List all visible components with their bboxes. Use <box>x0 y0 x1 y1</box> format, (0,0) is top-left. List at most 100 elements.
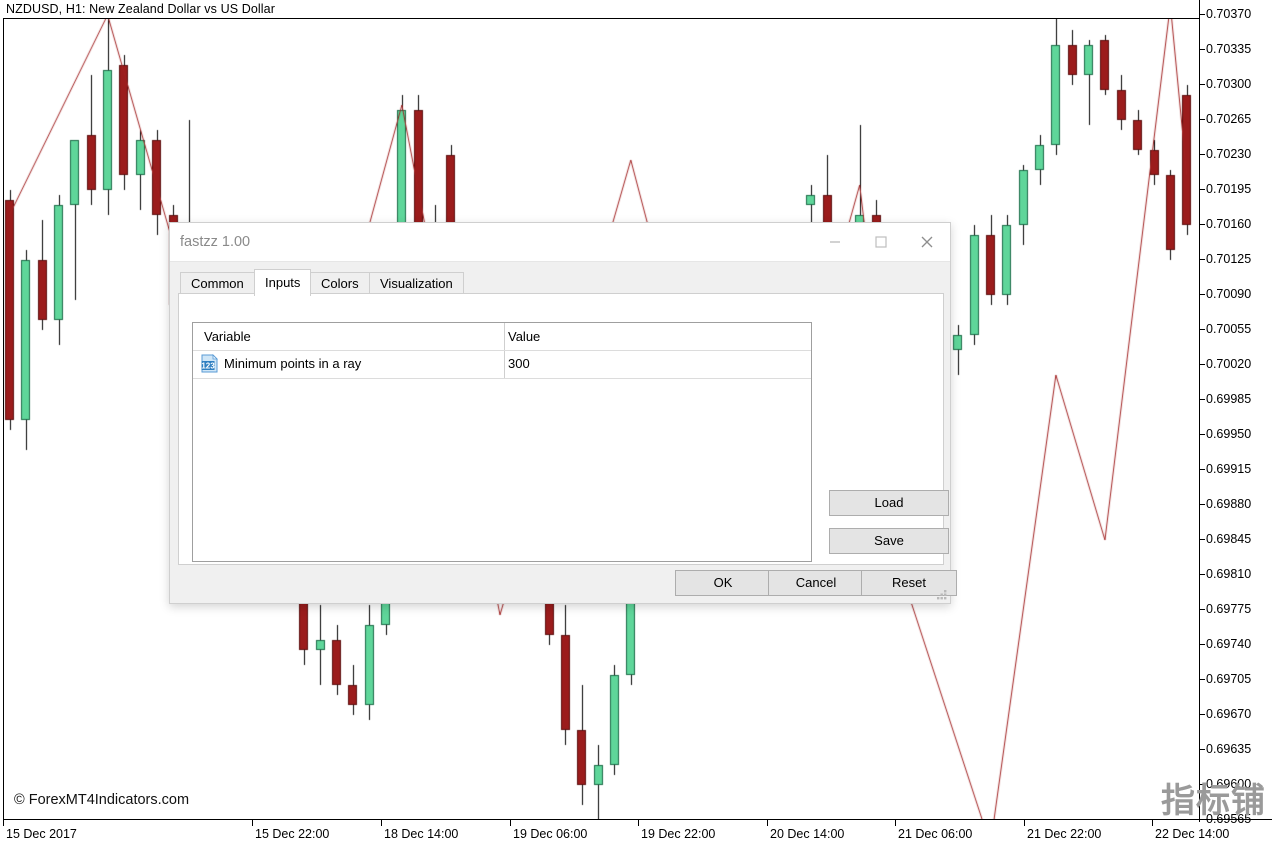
price-axis-label: 0.69915 <box>1206 462 1252 476</box>
price-tick <box>1199 399 1205 400</box>
time-tick <box>1152 819 1153 826</box>
tab-label: Common <box>191 276 244 291</box>
time-tick <box>3 819 4 826</box>
price-axis-line <box>1199 0 1200 822</box>
price-axis-label: 0.70265 <box>1206 112 1252 126</box>
price-tick <box>1199 119 1205 120</box>
save-button[interactable]: Save <box>829 528 949 554</box>
ok-button[interactable]: OK <box>675 570 771 596</box>
time-axis-label: 19 Dec 06:00 <box>513 827 588 841</box>
price-tick <box>1199 294 1205 295</box>
cancel-button[interactable]: Cancel <box>768 570 864 596</box>
inputs-tab-panel: Variable Value 123 Minimum points in a r… <box>178 293 949 565</box>
tab-inputs[interactable]: Inputs <box>254 269 312 296</box>
svg-text:123: 123 <box>201 361 215 370</box>
grid-header-value: Value <box>508 329 541 344</box>
maximize-button[interactable] <box>858 223 904 261</box>
table-row[interactable]: 123 Minimum points in a ray 300 <box>193 351 811 378</box>
time-tick <box>638 819 639 826</box>
time-axis-label: 20 Dec 14:00 <box>770 827 845 841</box>
indicator-properties-dialog[interactable]: fastzz 1.00 Common Inputs Colors Visualizat… <box>169 222 957 604</box>
price-axis-label: 0.70090 <box>1206 287 1252 301</box>
load-button[interactable]: Load <box>829 490 949 516</box>
price-tick <box>1199 224 1205 225</box>
time-axis-label: 19 Dec 22:00 <box>641 827 716 841</box>
price-tick <box>1199 259 1205 260</box>
time-tick <box>381 819 382 826</box>
price-axis[interactable]: 0.70370 0.70335 0.70300 0.70265 0.70230 0.701… <box>1199 0 1272 826</box>
dialog-title: fastzz 1.00 <box>180 234 251 250</box>
price-axis-label: 0.70335 <box>1206 42 1252 56</box>
tab-label: Inputs <box>265 275 301 290</box>
price-tick <box>1199 434 1205 435</box>
close-button[interactable] <box>904 223 950 261</box>
price-tick <box>1199 154 1205 155</box>
price-axis-label: 0.70300 <box>1206 77 1252 91</box>
tab-colors[interactable]: Colors <box>310 272 370 294</box>
minimize-icon <box>830 241 840 243</box>
price-axis-label: 0.69880 <box>1206 497 1252 511</box>
time-axis-label: 15 Dec 2017 <box>6 827 77 841</box>
time-tick <box>510 819 511 826</box>
maximize-icon <box>875 236 887 248</box>
time-tick <box>895 819 896 826</box>
variable-value-cell[interactable]: 300 <box>508 356 530 371</box>
variable-name-cell: Minimum points in a ray <box>224 356 362 371</box>
price-axis-label: 0.69985 <box>1206 392 1252 406</box>
price-axis-label: 0.70125 <box>1206 252 1252 266</box>
price-tick <box>1199 504 1205 505</box>
tab-visualization[interactable]: Visualization <box>369 272 464 294</box>
time-tick <box>1024 819 1025 826</box>
price-tick <box>1199 539 1205 540</box>
grid-header-row: Variable Value <box>193 323 811 350</box>
price-axis-label: 0.69635 <box>1206 742 1252 756</box>
price-tick <box>1199 714 1205 715</box>
time-axis-label: 15 Dec 22:00 <box>255 827 330 841</box>
time-axis[interactable]: 15 Dec 2017 15 Dec 22:00 18 Dec 14:00 19 De… <box>0 819 1272 847</box>
price-tick <box>1199 469 1205 470</box>
tab-common[interactable]: Common <box>180 272 255 294</box>
price-tick <box>1199 644 1205 645</box>
grid-header-variable: Variable <box>204 329 251 344</box>
time-axis-label: 22 Dec 14:00 <box>1155 827 1230 841</box>
dialog-titlebar[interactable]: fastzz 1.00 <box>170 223 950 262</box>
price-axis-label: 0.70160 <box>1206 217 1252 231</box>
price-tick <box>1199 679 1205 680</box>
price-axis-label: 0.70230 <box>1206 147 1252 161</box>
price-axis-label: 0.70195 <box>1206 182 1252 196</box>
resize-grip[interactable] <box>936 589 948 601</box>
price-tick <box>1199 189 1205 190</box>
price-tick <box>1199 364 1205 365</box>
brand-watermark: 指标铺 <box>1161 782 1266 820</box>
copyright-label: © ForexMT4Indicators.com <box>14 792 190 808</box>
number-input-icon: 123 <box>201 354 218 373</box>
price-axis-label: 0.69670 <box>1206 707 1252 721</box>
grid-row-separator <box>193 378 811 379</box>
price-axis-label: 0.69950 <box>1206 427 1252 441</box>
price-axis-label: 0.70055 <box>1206 322 1252 336</box>
time-axis-label: 21 Dec 06:00 <box>898 827 973 841</box>
price-axis-label: 0.70020 <box>1206 357 1252 371</box>
close-icon <box>921 236 933 248</box>
price-tick <box>1199 14 1205 15</box>
inputs-grid[interactable]: Variable Value 123 Minimum points in a r… <box>192 322 812 562</box>
time-axis-label: 21 Dec 22:00 <box>1027 827 1102 841</box>
price-axis-label: 0.69775 <box>1206 602 1252 616</box>
price-tick <box>1199 49 1205 50</box>
price-axis-label: 0.69845 <box>1206 532 1252 546</box>
price-axis-label: 0.69705 <box>1206 672 1252 686</box>
price-axis-label: 0.69810 <box>1206 567 1252 581</box>
tab-label: Colors <box>321 276 359 291</box>
tab-label: Visualization <box>380 276 453 291</box>
chart-symbol-title: NZDUSD, H1: New Zealand Dollar vs US Dol… <box>6 2 275 16</box>
time-axis-label: 18 Dec 14:00 <box>384 827 459 841</box>
price-tick <box>1199 749 1205 750</box>
price-tick <box>1199 329 1205 330</box>
price-tick <box>1199 609 1205 610</box>
price-axis-label: 0.69740 <box>1206 637 1252 651</box>
time-tick <box>252 819 253 826</box>
price-tick <box>1199 574 1205 575</box>
minimize-button[interactable] <box>812 223 858 261</box>
time-tick <box>767 819 768 826</box>
price-tick <box>1199 84 1205 85</box>
